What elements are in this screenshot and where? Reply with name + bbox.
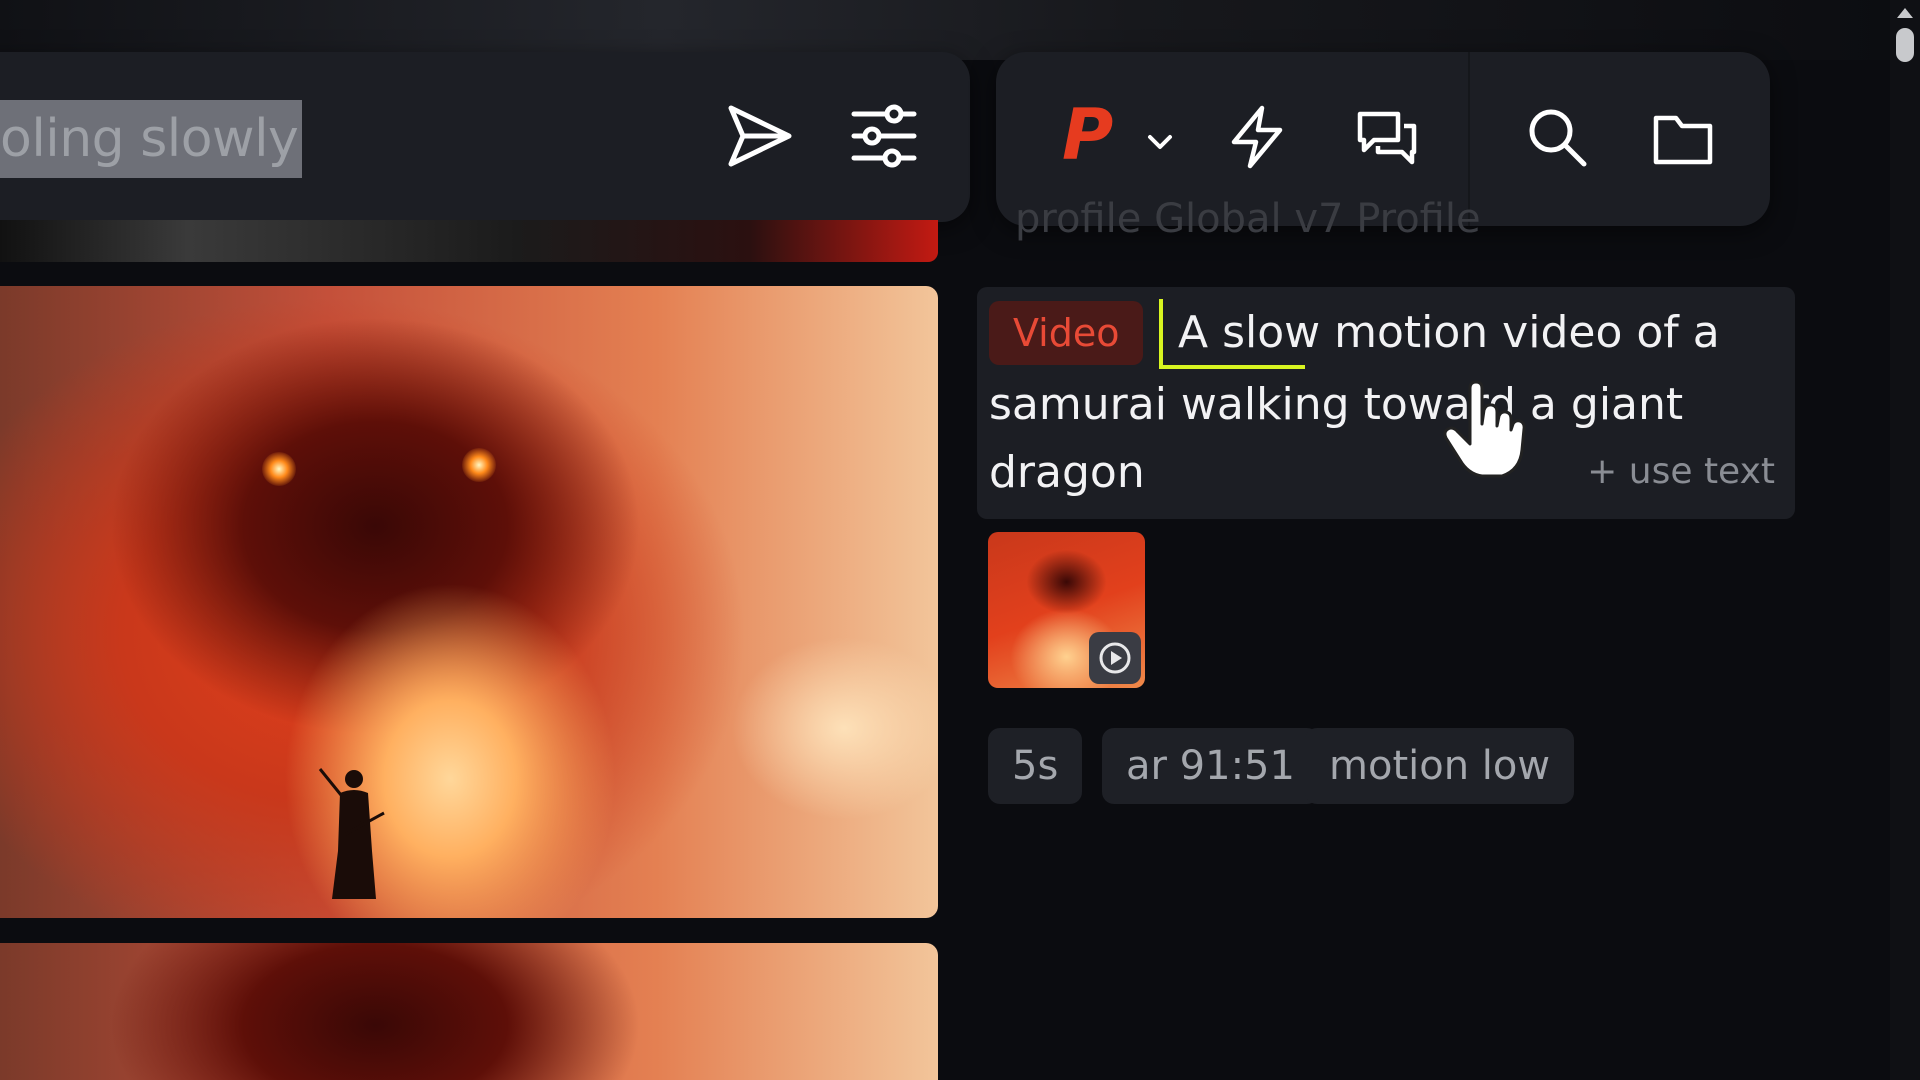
profile-logo[interactable]: P: [1062, 94, 1113, 176]
play-button[interactable]: [1089, 632, 1141, 684]
video-thumbnail[interactable]: [988, 532, 1145, 688]
scrollbar-thumb[interactable]: [1896, 28, 1914, 62]
scroll-up-arrow[interactable]: [1897, 8, 1913, 18]
folder-icon[interactable]: [1650, 106, 1716, 172]
chip-aspect-ratio[interactable]: ar 91:51: [1102, 728, 1319, 804]
image-thumbnail-bottom[interactable]: [0, 943, 938, 1080]
prompt-line-1: A slow motion video of a: [1178, 307, 1720, 358]
prompt-card: Video A slow motion video of a samurai w…: [977, 287, 1795, 519]
samurai-figure: [318, 768, 385, 899]
prompt-input[interactable]: oling slowly: [0, 100, 303, 178]
sliders-icon[interactable]: [848, 100, 920, 172]
bolt-icon[interactable]: [1224, 104, 1290, 170]
prompt-line-3: dragon: [989, 447, 1145, 498]
use-text-button[interactable]: + use text: [1587, 451, 1775, 492]
dragon-eye: [462, 448, 496, 482]
image-thumbnail-top[interactable]: [0, 220, 938, 262]
video-badge: Video: [989, 301, 1144, 365]
ghost-text: profile Global v7 Profile: [1015, 196, 1481, 242]
dragon-image[interactable]: [0, 286, 938, 918]
chip-motion[interactable]: motion low: [1305, 728, 1575, 804]
play-icon: [1099, 642, 1131, 674]
top-background: [0, 0, 1890, 60]
chat-icon[interactable]: [1354, 106, 1420, 172]
search-icon[interactable]: [1524, 104, 1590, 170]
dragon-eye: [262, 452, 296, 486]
scrollbar[interactable]: [1890, 0, 1920, 1080]
prompt-bar: oling slowly: [0, 52, 970, 222]
send-icon[interactable]: [723, 100, 795, 172]
chip-duration[interactable]: 5s: [988, 728, 1083, 804]
hand-cursor-icon: [1443, 380, 1526, 478]
prompt-line-2: samurai walking toward a giant: [989, 379, 1684, 430]
chevron-down-icon[interactable]: [1144, 126, 1176, 158]
